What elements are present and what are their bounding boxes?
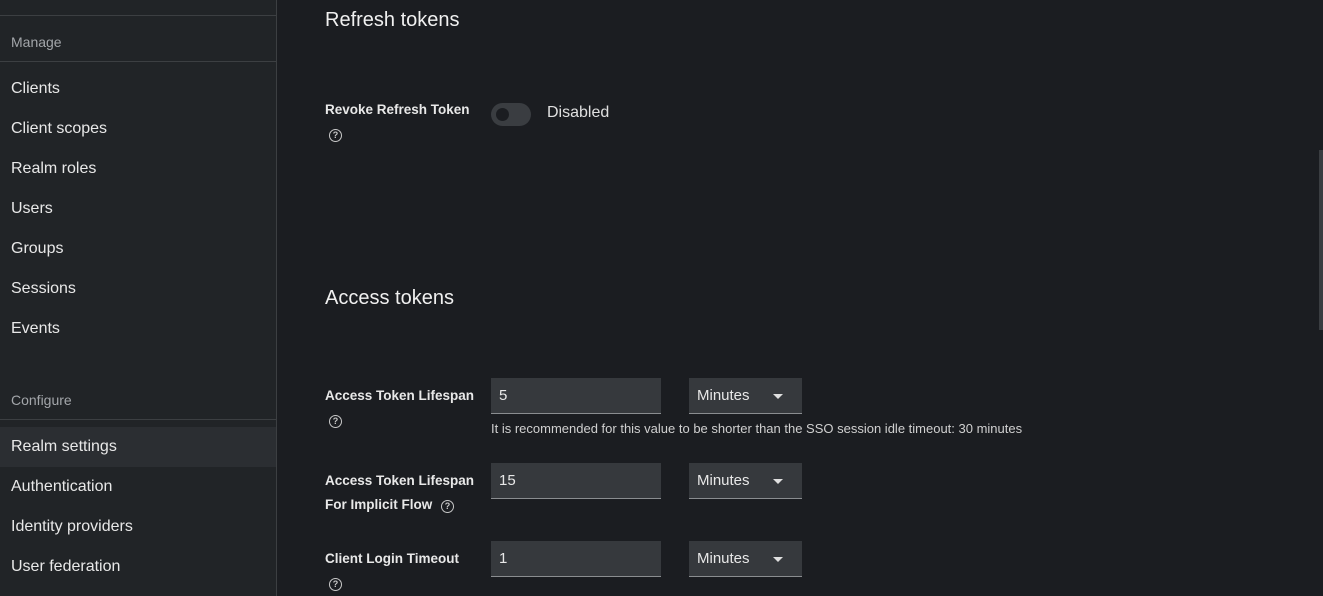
manage-section-label: Manage [11, 34, 62, 50]
help-circle-icon[interactable]: ? [329, 415, 342, 428]
sidebar-item-sessions[interactable]: Sessions [0, 269, 276, 309]
sidebar-item-authentication[interactable]: Authentication [0, 467, 276, 507]
configure-section-label: Configure [11, 392, 72, 408]
sidebar-item-client-scopes[interactable]: Client scopes [0, 109, 276, 149]
help-circle-icon[interactable]: ? [329, 578, 342, 591]
scrollbar-thumb[interactable] [1319, 150, 1323, 330]
revoke-refresh-token-toggle[interactable] [491, 103, 531, 126]
help-circle-icon[interactable]: ? [441, 500, 454, 513]
manage-divider [0, 61, 276, 62]
sidebar-item-clients[interactable]: Clients [0, 69, 276, 109]
sidebar-item-events[interactable]: Events [0, 309, 276, 349]
sidebar-item-groups[interactable]: Groups [0, 229, 276, 269]
caret-down-icon [773, 557, 783, 562]
sidebar-item-realm-settings[interactable]: Realm settings [0, 427, 276, 467]
access-tokens-heading: Access tokens [325, 287, 454, 309]
revoke-refresh-token-state: Disabled [547, 104, 610, 121]
unit-select-value: Minutes [697, 472, 750, 489]
implicit-flow-label-line1: Access Token Lifespan [325, 473, 475, 488]
access-token-lifespan-input[interactable] [491, 378, 661, 414]
sidebar-item-users[interactable]: Users [0, 189, 276, 229]
client-login-timeout-unit-select[interactable]: Minutes [689, 541, 802, 577]
sidebar-item-identity-providers[interactable]: Identity providers [0, 507, 276, 547]
help-circle-icon[interactable]: ? [329, 129, 342, 142]
sidebar-top-divider [0, 15, 276, 16]
sidebar: Manage Clients Client scopes Realm roles… [0, 0, 277, 596]
client-login-timeout-input[interactable] [491, 541, 661, 577]
revoke-refresh-token-label: Revoke Refresh Token [325, 102, 470, 117]
caret-down-icon [773, 394, 783, 399]
configure-divider [0, 419, 276, 420]
caret-down-icon [773, 479, 783, 484]
client-login-timeout-label: Client Login Timeout [325, 551, 459, 566]
unit-select-value: Minutes [697, 387, 750, 404]
access-token-lifespan-unit-select[interactable]: Minutes [689, 378, 802, 414]
unit-select-value: Minutes [697, 550, 750, 567]
access-token-lifespan-label: Access Token Lifespan [325, 388, 475, 403]
sidebar-item-user-federation[interactable]: User federation [0, 547, 276, 587]
implicit-flow-lifespan-input[interactable] [491, 463, 661, 499]
toggle-knob [496, 108, 509, 121]
refresh-tokens-heading: Refresh tokens [325, 9, 460, 31]
implicit-flow-label-line2: For Implicit Flow [325, 497, 433, 512]
access-token-lifespan-helper: It is recommended for this value to be s… [491, 421, 1023, 436]
sidebar-item-realm-roles[interactable]: Realm roles [0, 149, 276, 189]
implicit-flow-unit-select[interactable]: Minutes [689, 463, 802, 499]
